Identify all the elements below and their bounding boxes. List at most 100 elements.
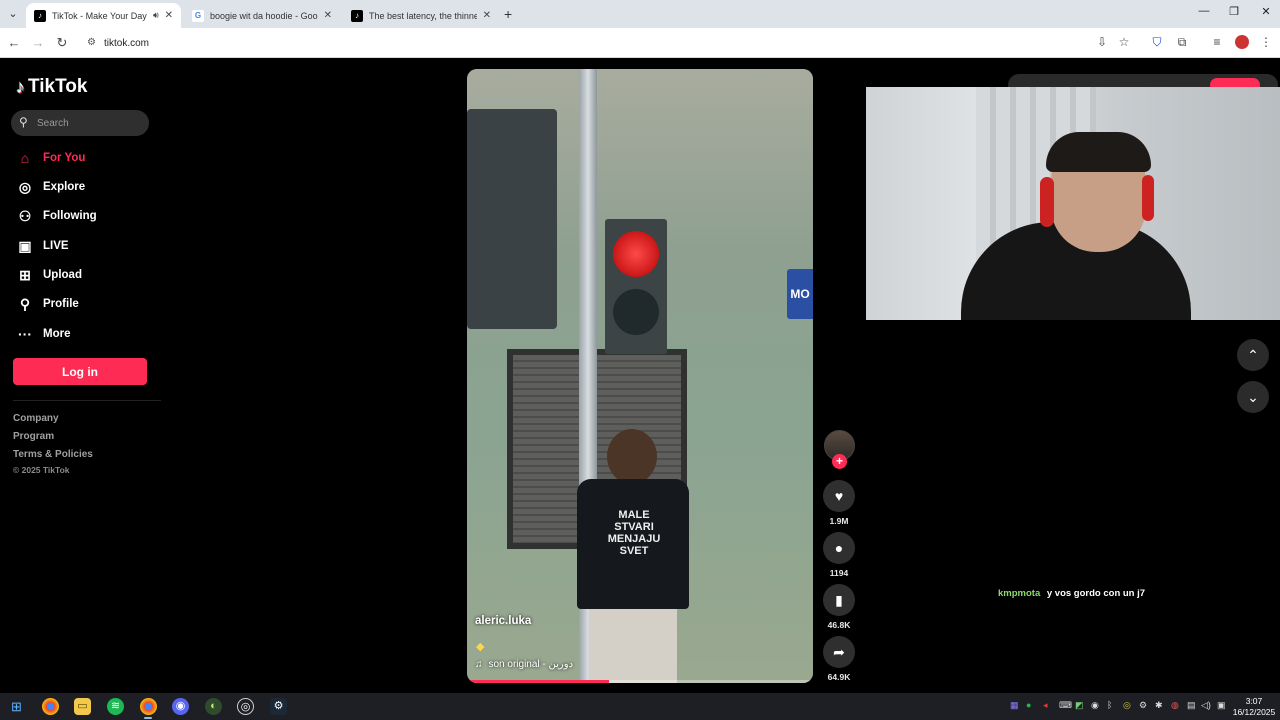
login-button[interactable]: Log in bbox=[13, 358, 147, 385]
tab-latency[interactable]: ♪ The best latency, the thinnest ✕ bbox=[343, 3, 499, 28]
chat-text: y vos gordo con un j7 bbox=[1046, 588, 1146, 599]
compass-icon: ◎ bbox=[18, 178, 32, 195]
tab-title: boogie wit da hoodie - Google bbox=[210, 10, 318, 21]
nav-upload[interactable]: ⊞ Upload bbox=[16, 264, 82, 286]
windows-start-icon[interactable]: ⊞ bbox=[8, 698, 25, 715]
clock-time: 3:07 bbox=[1245, 696, 1263, 706]
video-progress-bar[interactable] bbox=[467, 680, 813, 683]
close-window-icon[interactable]: ✕ bbox=[1256, 5, 1276, 18]
tray-settings-icon[interactable]: ✱ bbox=[1155, 700, 1163, 711]
comment-button[interactable]: ● bbox=[823, 532, 855, 564]
search-icon: ⚲ bbox=[19, 115, 28, 129]
tray-discord-icon[interactable]: ◉ bbox=[1091, 700, 1099, 711]
nav-live[interactable]: ▣ LIVE bbox=[16, 235, 69, 257]
tray-keyboard-icon[interactable]: ⌨ bbox=[1059, 700, 1072, 711]
tray-steam-icon[interactable]: ⚙ bbox=[1139, 700, 1147, 711]
nav-label: LIVE bbox=[43, 240, 69, 252]
webcam-overlay bbox=[866, 87, 1280, 320]
tiktok-favicon-icon: ♪ bbox=[34, 9, 46, 22]
nav-label: Profile bbox=[43, 298, 79, 310]
video-music[interactable]: ♫ son original - دورين bbox=[475, 659, 573, 670]
sidebar-divider bbox=[13, 400, 161, 401]
restore-icon[interactable]: ❐ bbox=[1224, 5, 1244, 18]
chrome-active-icon[interactable] bbox=[140, 698, 157, 715]
video-player[interactable]: MO MALE STVARI MENJAJU SVET aleric.luka … bbox=[467, 69, 813, 683]
close-tab-icon[interactable]: ✕ bbox=[483, 10, 491, 21]
minimize-icon[interactable]: — bbox=[1194, 5, 1214, 17]
kebab-menu-icon[interactable]: ⋮ bbox=[1258, 35, 1274, 49]
app-green-icon[interactable]: ◐ bbox=[205, 698, 222, 715]
following-icon: ⚇ bbox=[18, 207, 32, 224]
share-count: 64.9K bbox=[827, 672, 851, 682]
profile-avatar-icon[interactable] bbox=[1235, 35, 1249, 49]
extension-icon[interactable]: ⧉ bbox=[1174, 35, 1190, 50]
search-input[interactable] bbox=[37, 117, 137, 129]
obs-icon[interactable]: ◎ bbox=[237, 698, 254, 715]
follow-plus-icon[interactable]: + bbox=[832, 454, 847, 469]
footer-terms-link[interactable]: Terms & Policies bbox=[13, 449, 93, 460]
nav-for-you[interactable]: ⌂ For You bbox=[16, 147, 86, 169]
chevron-down-icon: ⌄ bbox=[1247, 389, 1259, 405]
save-button[interactable]: ▮ bbox=[823, 584, 855, 616]
live-icon: ▣ bbox=[18, 237, 32, 254]
tray-app-icon[interactable]: ▦ bbox=[1010, 700, 1019, 711]
back-icon[interactable]: ← bbox=[6, 35, 22, 50]
steam-icon[interactable]: ⚙ bbox=[270, 698, 287, 715]
forward-icon[interactable]: → bbox=[30, 35, 46, 50]
discord-icon[interactable]: ◉ bbox=[172, 698, 189, 715]
volume-icon[interactable]: ◁) bbox=[1201, 700, 1211, 711]
bookmark-icon: ▮ bbox=[835, 592, 843, 608]
reload-icon[interactable]: ↻ bbox=[54, 35, 70, 51]
nav-profile[interactable]: ⚲ Profile bbox=[16, 293, 79, 315]
close-tab-icon[interactable]: ✕ bbox=[324, 10, 332, 21]
tab-google[interactable]: G boogie wit da hoodie - Google ✕ bbox=[184, 3, 340, 28]
close-tab-icon[interactable]: ✕ bbox=[165, 10, 173, 21]
display-icon[interactable]: ▣ bbox=[1217, 700, 1226, 711]
star-icon[interactable]: ☆ bbox=[1116, 35, 1132, 49]
nav-following[interactable]: ⚇ Following bbox=[16, 205, 97, 227]
tab-search-icon[interactable]: ⌄ bbox=[4, 5, 22, 23]
install-icon[interactable]: ⇩ bbox=[1094, 35, 1110, 49]
chevron-up-icon: ⌃ bbox=[1247, 347, 1259, 363]
person-head bbox=[607, 429, 657, 484]
file-explorer-icon[interactable]: ▭ bbox=[74, 698, 91, 715]
site-info-icon[interactable]: ⚙ bbox=[87, 37, 96, 48]
audio-playing-icon[interactable]: 🔊︎ bbox=[153, 10, 159, 21]
share-button[interactable]: ➦ bbox=[823, 636, 855, 668]
url-field[interactable]: ⚙ tiktok.com bbox=[82, 32, 1142, 54]
red-light bbox=[613, 231, 659, 277]
tiktok-favicon-icon: ♪ bbox=[351, 9, 363, 22]
tray-red-icon[interactable]: ◂ bbox=[1043, 700, 1048, 711]
nav-more[interactable]: ··· More bbox=[16, 323, 70, 345]
shield-extension-icon[interactable]: ⛉ bbox=[1149, 35, 1165, 50]
tab-tiktok[interactable]: ♪ TikTok - Make Your Day 🔊︎ ✕ bbox=[26, 3, 181, 28]
tray-nvidia-icon[interactable]: ◩ bbox=[1075, 700, 1084, 711]
headset-left bbox=[1040, 177, 1054, 227]
footer-company-link[interactable]: Company bbox=[13, 413, 59, 424]
tray-yellow-icon[interactable]: ◎ bbox=[1123, 700, 1131, 711]
network-icon[interactable]: ▤ bbox=[1187, 700, 1196, 711]
nav-label: More bbox=[43, 328, 71, 340]
taskbar-clock[interactable]: 3:07 16/12/2025 bbox=[1232, 696, 1276, 718]
tray-antivirus-icon[interactable]: ◍ bbox=[1171, 700, 1179, 711]
like-button[interactable]: ♥ bbox=[823, 480, 855, 512]
next-video-button[interactable]: ⌄ bbox=[1237, 381, 1269, 413]
search-box[interactable]: ⚲ bbox=[11, 110, 149, 136]
heart-icon: ♥ bbox=[834, 488, 844, 504]
media-icon[interactable]: ≡ bbox=[1209, 35, 1225, 49]
home-icon: ⌂ bbox=[20, 150, 30, 166]
new-tab-icon[interactable]: + bbox=[504, 6, 512, 22]
nav-explore[interactable]: ◎ Explore bbox=[16, 176, 85, 198]
comment-icon: ● bbox=[834, 540, 844, 556]
spotify-icon[interactable]: ≋ bbox=[107, 698, 124, 715]
tiktok-logo-icon: ♪ bbox=[16, 76, 25, 97]
footer-program-link[interactable]: Program bbox=[13, 431, 54, 442]
previous-video-button[interactable]: ⌃ bbox=[1237, 339, 1269, 371]
chrome-icon[interactable] bbox=[42, 698, 59, 715]
tiktok-logo[interactable]: ♪ TikTok bbox=[16, 76, 87, 98]
person: MALE STVARI MENJAJU SVET bbox=[577, 429, 697, 683]
video-author[interactable]: aleric.luka bbox=[475, 615, 531, 627]
google-favicon-icon: G bbox=[192, 9, 204, 22]
tray-spotify-icon[interactable]: ● bbox=[1026, 700, 1031, 710]
tray-bluetooth-icon[interactable]: ᛒ bbox=[1107, 700, 1112, 710]
